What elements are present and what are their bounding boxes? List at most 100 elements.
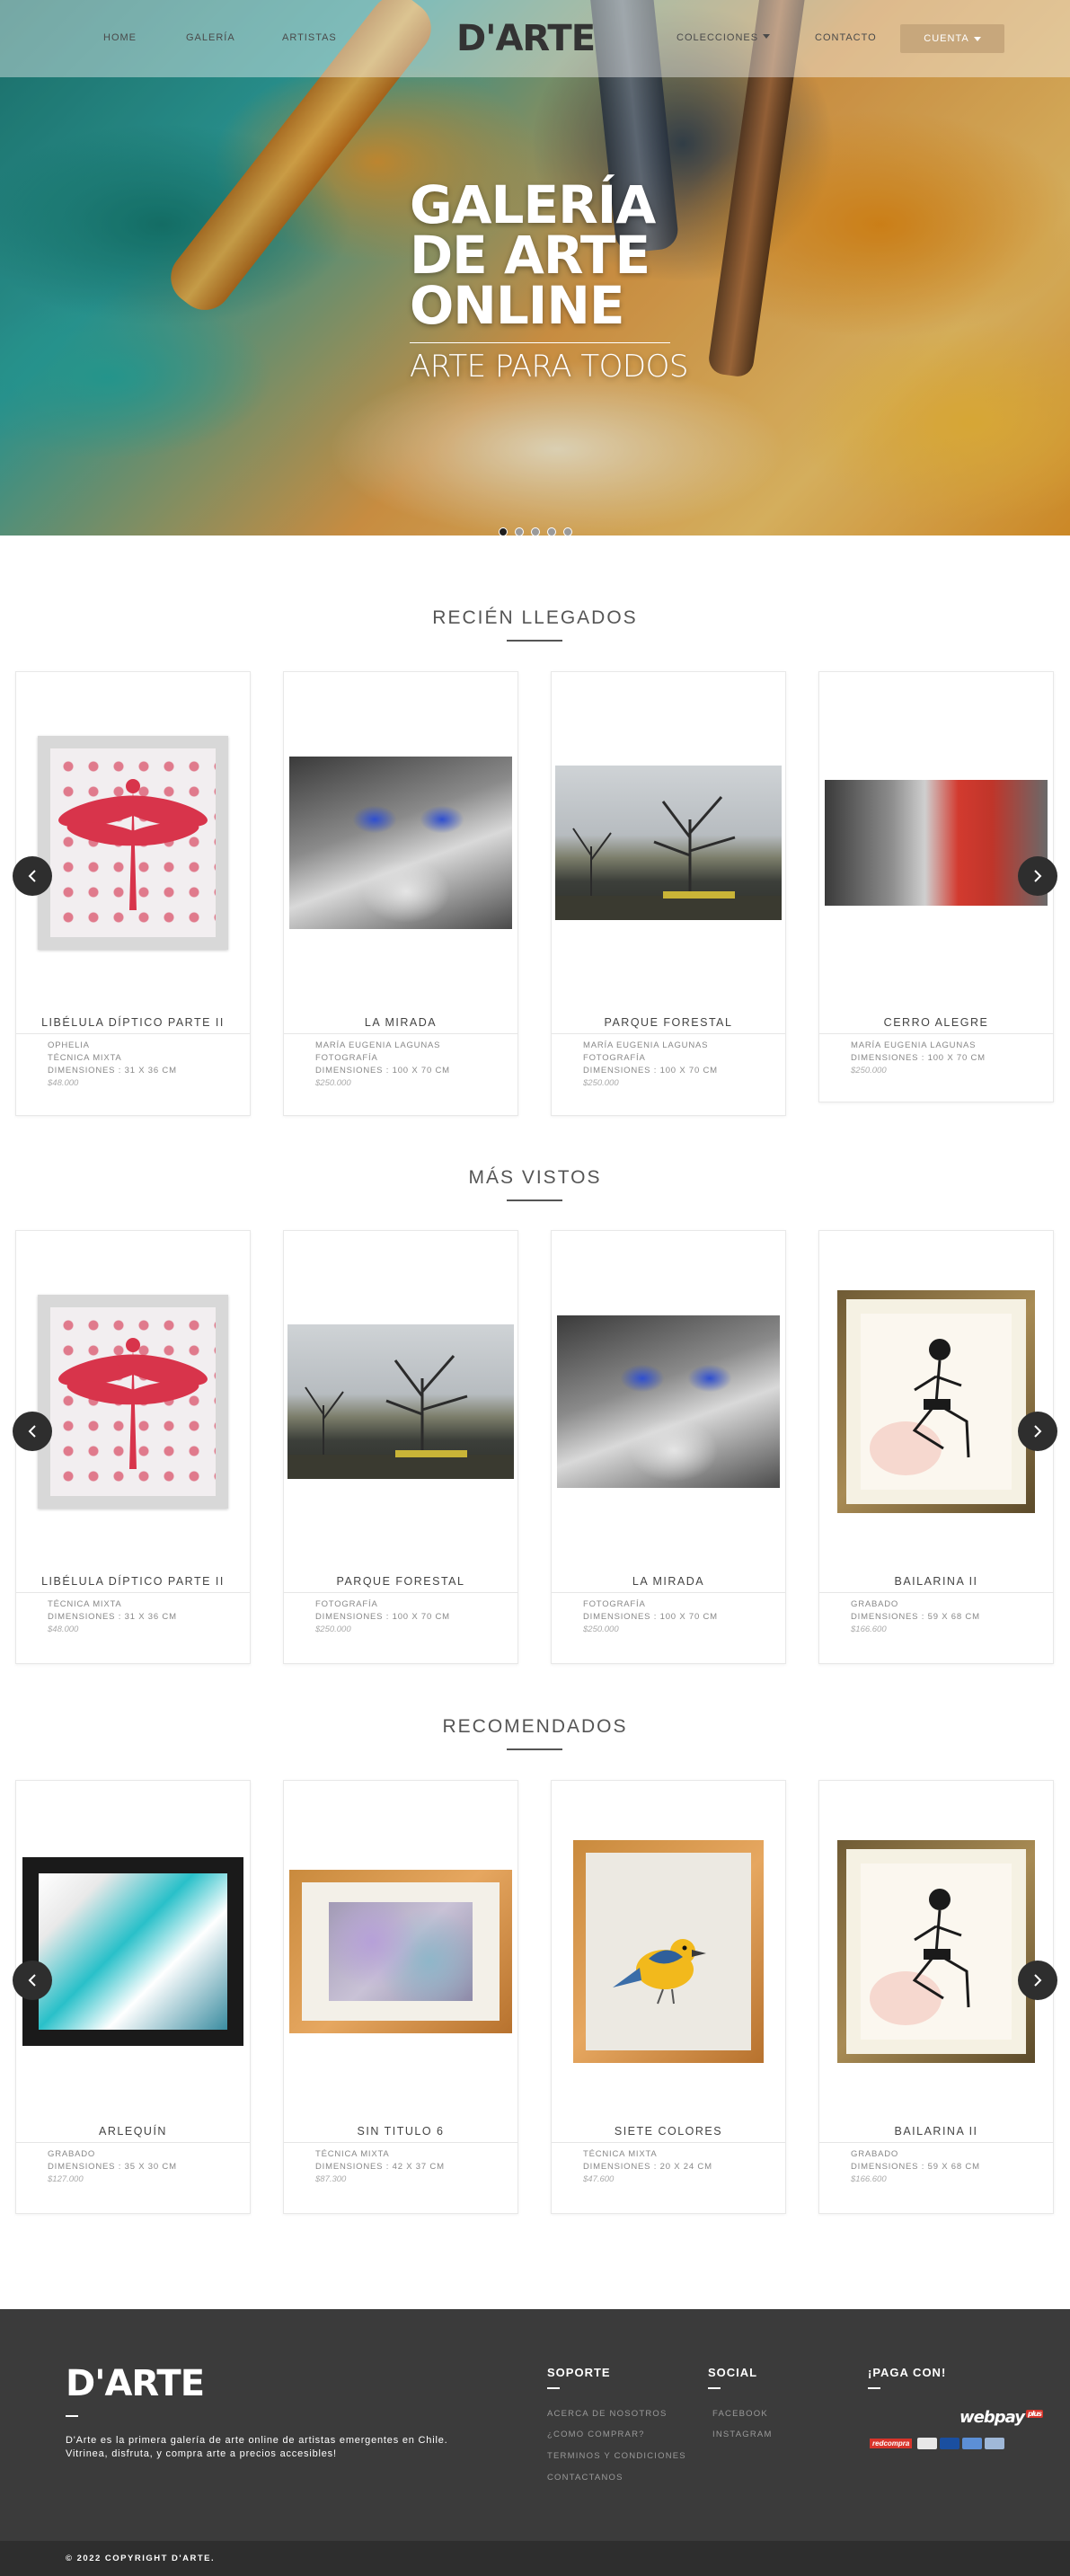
artwork-card[interactable]: LIBÉLULA DÍPTICO PARTE II OPHELIA TÉCNIC… (15, 671, 251, 1116)
artwork-title[interactable]: LIBÉLULA DÍPTICO PARTE II (16, 1016, 250, 1029)
footer-divider (66, 2415, 78, 2417)
cuenta-dropdown-button[interactable]: CUENTA (900, 24, 1004, 53)
artwork-card[interactable]: CERRO ALEGRE MARÍA EUGENIA LAGUNAS DIMEN… (818, 671, 1054, 1102)
footer-link-instagram[interactable]: INSTAGRAM (712, 2430, 773, 2439)
slider-dots (499, 527, 572, 536)
abstract-artwork (329, 1902, 473, 2001)
artwork-image[interactable] (819, 672, 1053, 1014)
dancer-artwork (861, 1863, 1012, 2040)
hero-slider: GALERÍA DE ARTE ONLINE ARTE PARA TODOS (0, 0, 1070, 536)
card-divider (284, 1033, 517, 1034)
artwork-image[interactable] (819, 1231, 1053, 1572)
chevron-left-icon (28, 1974, 36, 1987)
artwork-image[interactable] (16, 1231, 250, 1572)
artwork-price: $127.000 (48, 2174, 84, 2184)
slider-dot[interactable] (547, 527, 556, 536)
carousel-next-button[interactable] (1018, 856, 1057, 896)
footer-logo[interactable]: D'ARTE (66, 2363, 205, 2404)
nav-colecciones-dropdown[interactable]: COLECCIONES (676, 32, 771, 43)
footer-social-heading: SOCIAL (708, 2366, 758, 2379)
park-photo (287, 1324, 514, 1479)
top-navbar: HOME GALERÍA ARTISTAS D'ARTE COLECCIONES… (0, 0, 1070, 77)
artwork-image[interactable] (284, 672, 517, 1014)
slider-dot[interactable] (531, 527, 540, 536)
artwork-technique: FOTOGRAFÍA (315, 1053, 378, 1063)
artwork-title[interactable]: LA MIRADA (284, 1016, 517, 1029)
footer-link-terminos[interactable]: TERMINOS Y CONDICIONES (547, 2451, 686, 2461)
nav-home-link[interactable]: HOME (103, 32, 137, 43)
carousel-prev-button[interactable] (13, 1412, 52, 1451)
artwork-title[interactable]: LIBÉLULA DÍPTICO PARTE II (16, 1575, 250, 1588)
footer-soporte-heading: SOPORTE (547, 2366, 611, 2379)
artwork-image[interactable] (552, 1781, 785, 2122)
slider-dot[interactable] (563, 527, 572, 536)
artwork-price: $250.000 (315, 1624, 351, 1634)
card-icon (940, 2438, 960, 2449)
carousel-next-button[interactable] (1018, 1961, 1057, 2000)
artwork-card[interactable]: SIETE COLORES TÉCNICA MIXTA DIMENSIONES … (551, 1780, 786, 2214)
artwork-title[interactable]: SIN TITULO 6 (284, 2125, 517, 2138)
artwork-title[interactable]: PARQUE FORESTAL (552, 1016, 785, 1029)
artwork-price: $48.000 (48, 1624, 79, 1634)
artwork-card[interactable]: LA MIRADA MARÍA EUGENIA LAGUNAS FOTOGRAF… (283, 671, 518, 1116)
nav-artistas-link[interactable]: ARTISTAS (282, 32, 337, 43)
artwork-title[interactable]: LA MIRADA (552, 1575, 785, 1588)
carousel-prev-button[interactable] (13, 1961, 52, 2000)
carousel-prev-button[interactable] (13, 856, 52, 896)
artwork-meta: FOTOGRAFÍA DIMENSIONES : 100 X 70 CM $25… (315, 1598, 513, 1636)
footer-link-como-comprar[interactable]: ¿COMO COMPRAR? (547, 2430, 645, 2439)
artwork-image[interactable] (284, 1231, 517, 1572)
hero-title-line: DE ARTE (410, 225, 650, 286)
artwork-meta: MARÍA EUGENIA LAGUNAS DIMENSIONES : 100 … (851, 1040, 1048, 1077)
artwork-title[interactable]: PARQUE FORESTAL (284, 1575, 517, 1588)
artwork-card[interactable]: BAILARINA II GRABADO DIMENSIONES : 59 X … (818, 1780, 1054, 2214)
artwork-image[interactable] (552, 672, 785, 1014)
nav-galeria-link[interactable]: GALERÍA (186, 32, 235, 43)
artwork-card[interactable]: ARLEQUÍN GRABADO DIMENSIONES : 35 X 30 C… (15, 1780, 251, 2214)
copyright-text: © 2022 COPYRIGHT D'ARTE. (66, 2554, 216, 2563)
artwork-title[interactable]: CERRO ALEGRE (819, 1016, 1053, 1029)
artwork-card[interactable]: LA MIRADA FOTOGRAFÍA DIMENSIONES : 100 X… (551, 1230, 786, 1664)
section-divider (507, 1748, 562, 1750)
park-photo (555, 766, 782, 920)
footer-link-facebook[interactable]: FACEBOOK (712, 2409, 768, 2419)
artwork-meta: OPHELIA TÉCNICA MIXTA DIMENSIONES : 31 X… (48, 1040, 245, 1090)
footer-link-contactanos[interactable]: CONTACTANOS (547, 2473, 623, 2483)
footer-description: D'Arte es la primera galería de arte onl… (66, 2435, 448, 2459)
nav-contacto-link[interactable]: CONTACTO (815, 32, 877, 43)
artwork-card[interactable]: PARQUE FORESTAL FOTOGRAFÍA DIMENSIONES :… (283, 1230, 518, 1664)
footer-divider (547, 2387, 560, 2389)
artwork-image[interactable] (552, 1231, 785, 1572)
artwork-meta: TÉCNICA MIXTA DIMENSIONES : 31 X 36 CM $… (48, 1598, 245, 1636)
chevron-right-icon (1034, 1974, 1042, 1987)
nav-colecciones-label: COLECCIONES (676, 32, 759, 43)
carousel-next-button[interactable] (1018, 1412, 1057, 1451)
artwork-title[interactable]: SIETE COLORES (552, 2125, 785, 2138)
artwork-meta: GRABADO DIMENSIONES : 59 X 68 CM $166.60… (851, 1598, 1048, 1636)
artwork-title[interactable]: BAILARINA II (819, 2125, 1053, 2138)
artwork-card[interactable]: SIN TITULO 6 TÉCNICA MIXTA DIMENSIONES :… (283, 1780, 518, 2214)
dancer-artwork (861, 1314, 1012, 1490)
artwork-image[interactable] (16, 672, 250, 1014)
slider-dot[interactable] (515, 527, 524, 536)
hero-title-line: ONLINE (410, 275, 625, 336)
artwork-technique: GRABADO (851, 2149, 899, 2159)
mask-face-photo (557, 1315, 780, 1488)
artwork-price: $166.600 (851, 2174, 887, 2184)
card-divider (284, 1592, 517, 1593)
artwork-artist: MARÍA EUGENIA LAGUNAS (851, 1040, 977, 1050)
artwork-title[interactable]: ARLEQUÍN (16, 2125, 250, 2138)
artwork-meta: GRABADO DIMENSIONES : 59 X 68 CM $166.60… (851, 2148, 1048, 2186)
footer-link-acerca[interactable]: ACERCA DE NOSOTROS (547, 2409, 668, 2419)
artwork-card[interactable]: BAILARINA II GRABADO DIMENSIONES : 59 X … (818, 1230, 1054, 1664)
artwork-dimensions: DIMENSIONES : 100 X 70 CM (315, 1066, 450, 1076)
artwork-image[interactable] (819, 1781, 1053, 2122)
artwork-card[interactable]: LIBÉLULA DÍPTICO PARTE II TÉCNICA MIXTA … (15, 1230, 251, 1664)
slider-dot[interactable] (499, 527, 508, 536)
artwork-title[interactable]: BAILARINA II (819, 1575, 1053, 1588)
artwork-card[interactable]: PARQUE FORESTAL MARÍA EUGENIA LAGUNAS FO… (551, 671, 786, 1116)
artwork-image[interactable] (284, 1781, 517, 2122)
site-footer (0, 2309, 1070, 2541)
artwork-image[interactable] (16, 1781, 250, 2122)
site-logo[interactable]: D'ARTE (456, 18, 596, 59)
